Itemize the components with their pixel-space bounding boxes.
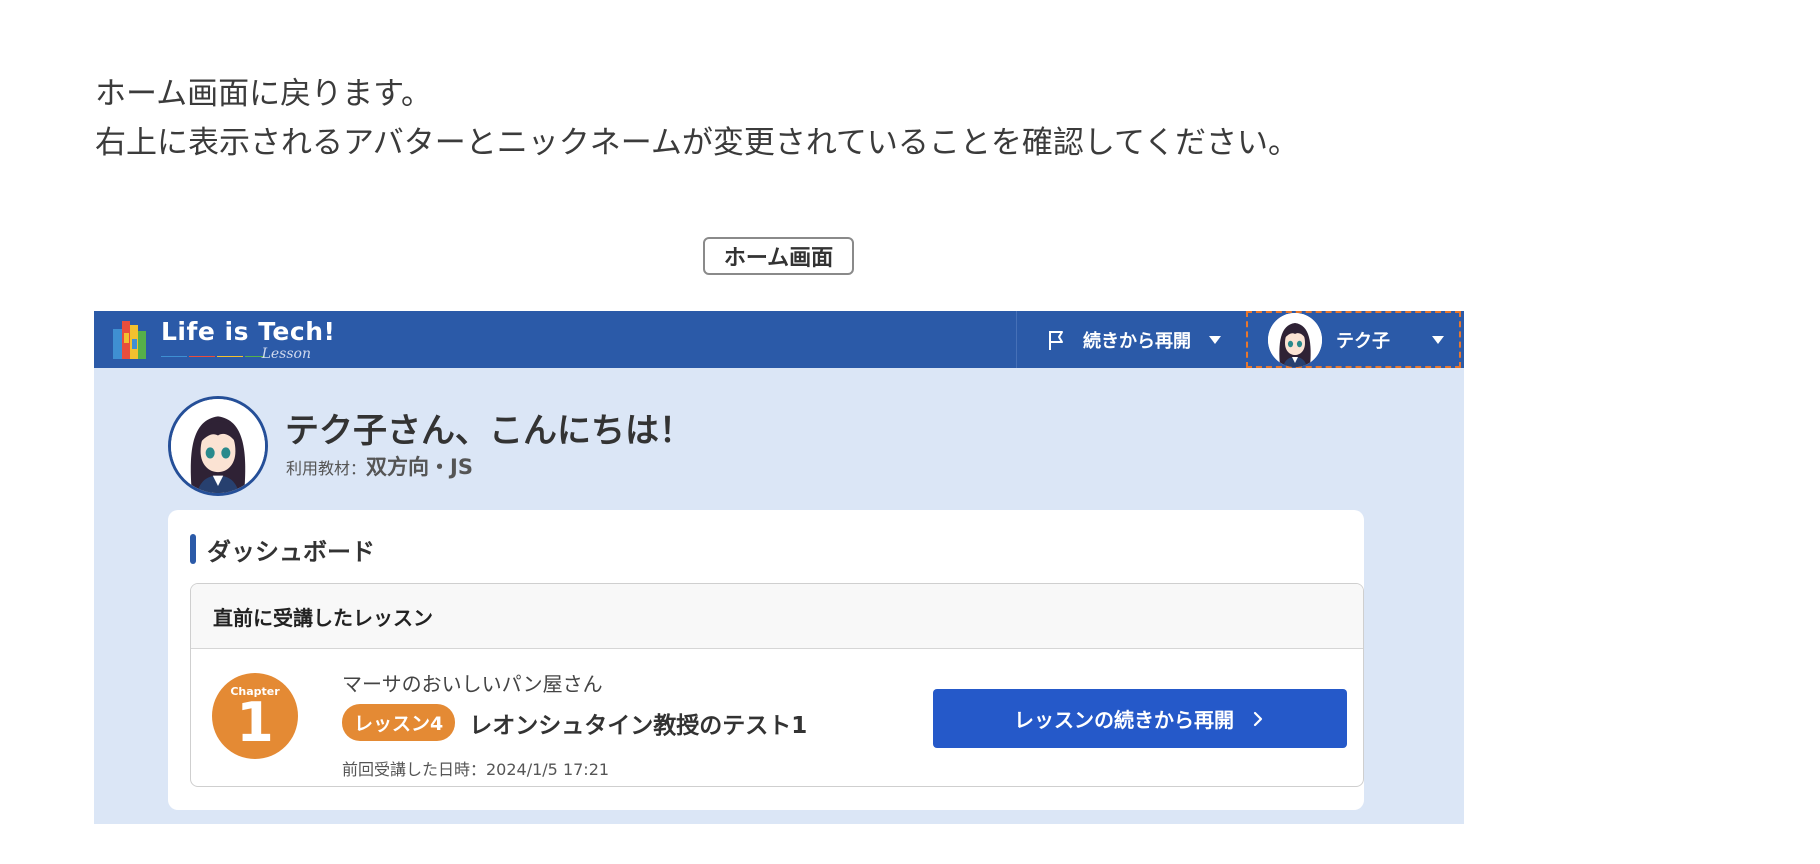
avatar — [1268, 312, 1322, 367]
avatar-character-icon — [171, 399, 265, 493]
home-screen-screenshot: Life is Tech! Lesson 続きから再開 テク子 テク子さん、こん… — [94, 311, 1464, 824]
caret-down-icon — [1209, 335, 1221, 344]
screen-caption: ホーム画面 — [703, 237, 854, 275]
lesson-title: レオンシュタイン教授のテスト1 — [469, 712, 808, 739]
user-nickname: テク子 — [1336, 330, 1390, 352]
dashboard-title: ダッシュボード — [207, 537, 375, 566]
instruction-line-2: 右上に表示されるアバターとニックネームが変更されていることを確認してください。 — [95, 125, 1300, 161]
chapter-number: 1 — [236, 691, 274, 754]
top-navigation-bar: Life is Tech! Lesson 続きから再開 テク子 — [94, 311, 1464, 368]
resume-lesson-button-label: レッスンの続きから再開 — [1014, 708, 1234, 732]
caret-down-icon — [1432, 335, 1444, 344]
resume-lesson-button[interactable]: レッスンの続きから再開 — [933, 689, 1347, 748]
dashboard-card: ダッシュボード 直前に受講したレッスン Chapter 1 マーサのおいしいパン… — [168, 510, 1364, 810]
chapter-badge: Chapter 1 — [212, 673, 298, 759]
life-is-tech-logo[interactable]: Life is Tech! Lesson — [113, 317, 335, 365]
material-info: 利用教材：双方向・JS — [286, 451, 473, 481]
avatar-character-icon — [1268, 312, 1322, 367]
user-menu[interactable]: テク子 — [1246, 311, 1461, 368]
course-name: マーサのおいしいパン屋さん — [342, 672, 603, 696]
instruction-text: ホーム画面に戻ります。 右上に表示されるアバターとニックネームが変更されているこ… — [95, 70, 1299, 168]
profile-avatar — [168, 396, 268, 496]
instruction-line-1: ホーム画面に戻ります。 — [95, 76, 432, 112]
recent-lesson-panel: 直前に受講したレッスン Chapter 1 マーサのおいしいパン屋さん レッスン… — [190, 583, 1364, 787]
logo-lesson-text: Lesson — [261, 346, 311, 362]
recent-lesson-title: 直前に受講したレッスン — [213, 605, 433, 630]
lesson-number-badge: レッスン4 — [342, 704, 456, 741]
greeting-title: テク子さん、こんにちは！ — [285, 411, 693, 451]
last-attended-date: 前回受講した日時：2024/1/5 17:21 — [342, 760, 610, 779]
material-value: 双方向・JS — [366, 455, 473, 479]
flag-icon — [1049, 330, 1063, 350]
logo-subline: Lesson — [161, 346, 311, 363]
heading-accent-bar — [190, 534, 196, 564]
logo-blocks-icon — [113, 321, 146, 359]
chevron-right-icon — [1253, 711, 1263, 726]
recent-lesson-header: 直前に受講したレッスン — [191, 584, 1363, 649]
resume-dropdown-label: 続きから再開 — [1083, 330, 1191, 352]
dashboard-heading: ダッシュボード — [190, 534, 375, 566]
lesson-info: レッスン4 レオンシュタイン教授のテスト1 — [342, 704, 807, 741]
resume-dropdown[interactable]: 続きから再開 — [1016, 311, 1243, 368]
logo-wordmark: Life is Tech! — [161, 317, 336, 346]
material-label: 利用教材： — [286, 459, 367, 478]
